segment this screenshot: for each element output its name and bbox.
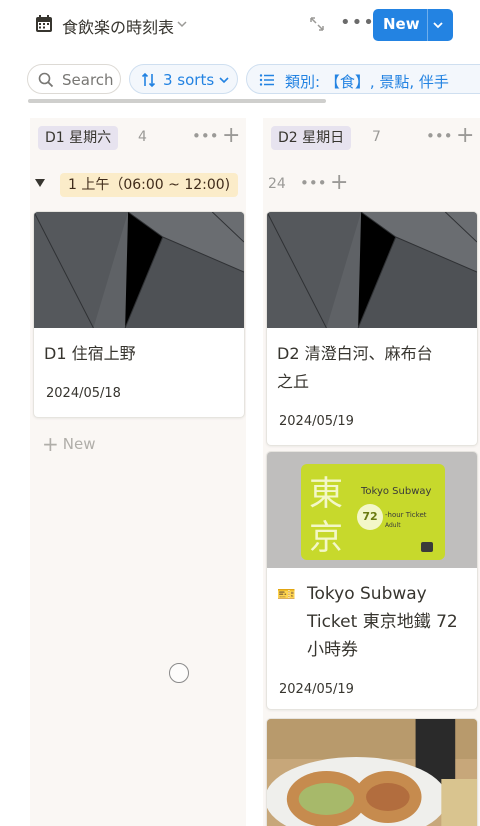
- loading-cursor: [169, 663, 189, 683]
- database-title[interactable]: 食飲楽の時刻表: [62, 14, 174, 38]
- ticket-kanji: 東: [309, 474, 343, 514]
- sorts-pill[interactable]: 3 sorts: [129, 64, 238, 94]
- card-cover-image: [34, 212, 244, 328]
- horizontal-scrollbar[interactable]: [28, 99, 326, 103]
- view-toolbar: Search 3 sorts 類別: 【食】, 景點, 伴手: [0, 60, 480, 100]
- search-pill[interactable]: Search: [27, 64, 121, 94]
- card-title-line: Ticket 東京地鐵 72: [307, 612, 458, 632]
- column-header-d2: D2 星期日 7 ••• +: [271, 123, 480, 152]
- card-cover-image: [267, 719, 477, 826]
- ticket-label: -hour Ticket: [385, 511, 427, 519]
- list-icon: [259, 74, 274, 86]
- search-icon: [38, 72, 54, 88]
- ticket-hours: 72: [357, 504, 383, 530]
- ticket-chip-icon: [421, 542, 433, 552]
- more-options-icon[interactable]: •••: [426, 127, 453, 145]
- card-date: 2024/05/19: [279, 414, 354, 429]
- new-button[interactable]: New: [373, 9, 453, 41]
- chevron-down-icon: [219, 77, 229, 84]
- new-card-label: New: [62, 435, 96, 453]
- group-header: 1 上午（06:00 ~ 12:00) 24 ••• +: [34, 170, 374, 198]
- card-cover-image: 東 京 Tokyo Subway 72 -hour Ticket Adult: [267, 452, 477, 568]
- ticket-icon: 🎫: [277, 585, 296, 603]
- more-options-icon[interactable]: •••: [192, 127, 219, 145]
- ticket-brand: Tokyo Subway: [361, 486, 432, 497]
- top-bar: 食飲楽の時刻表 ••• New: [0, 0, 480, 52]
- column-header-d1: D1 星期六 4 ••• +: [38, 123, 244, 152]
- board-card[interactable]: D1 住宿上野 2024/05/18: [33, 211, 245, 418]
- board-card[interactable]: 東 京 Tokyo Subway 72 -hour Ticket Adult 🎫…: [266, 451, 478, 710]
- chevron-down-icon[interactable]: [176, 18, 188, 30]
- card-title-line: 之丘: [277, 372, 310, 391]
- chevron-down-icon[interactable]: [431, 18, 445, 32]
- ticket-kanji: 京: [309, 518, 343, 558]
- filter-label: 類別: 【食】, 景點, 伴手: [285, 73, 449, 91]
- toggle-triangle-icon[interactable]: [34, 177, 46, 189]
- add-icon[interactable]: +: [330, 170, 348, 195]
- sorts-label: 3 sorts: [163, 71, 215, 89]
- group-count: 24: [268, 176, 286, 192]
- card-title-line: 小時券: [307, 640, 358, 660]
- group-tag[interactable]: 1 上午（06:00 ~ 12:00): [60, 173, 239, 197]
- expand-icon[interactable]: [308, 15, 326, 33]
- card-cover-image: [267, 212, 477, 328]
- more-options-icon[interactable]: •••: [300, 174, 327, 192]
- column-tag[interactable]: D2 星期日: [271, 126, 352, 150]
- card-date: 2024/05/19: [279, 682, 354, 697]
- board-card[interactable]: [266, 718, 478, 826]
- card-title-line: Tokyo Subway: [307, 584, 427, 604]
- more-options-icon[interactable]: •••: [340, 12, 375, 33]
- add-icon[interactable]: +: [222, 123, 240, 148]
- search-label: Search: [62, 71, 114, 89]
- add-icon: +: [42, 432, 59, 456]
- calendar-icon: [36, 15, 52, 32]
- filter-pill[interactable]: 類別: 【食】, 景點, 伴手: [246, 64, 480, 94]
- column-tag[interactable]: D1 星期六: [38, 126, 119, 150]
- new-button-label: New: [383, 15, 420, 33]
- ticket-image: 東 京 Tokyo Subway 72 -hour Ticket Adult: [301, 464, 445, 560]
- add-icon[interactable]: +: [456, 123, 474, 148]
- board-card[interactable]: D2 清澄白河、麻布台 之丘 2024/05/19: [266, 211, 478, 446]
- new-card-button[interactable]: + New: [42, 432, 95, 456]
- card-title-line: D2 清澄白河、麻布台: [277, 344, 433, 363]
- ticket-adult: Adult: [385, 522, 401, 529]
- card-date: 2024/05/18: [46, 386, 121, 401]
- card-title: D1 住宿上野: [44, 344, 136, 363]
- sort-icon: [141, 72, 156, 88]
- new-button-divider: [427, 9, 428, 41]
- column-count: 7: [372, 129, 381, 145]
- column-count: 4: [138, 129, 147, 145]
